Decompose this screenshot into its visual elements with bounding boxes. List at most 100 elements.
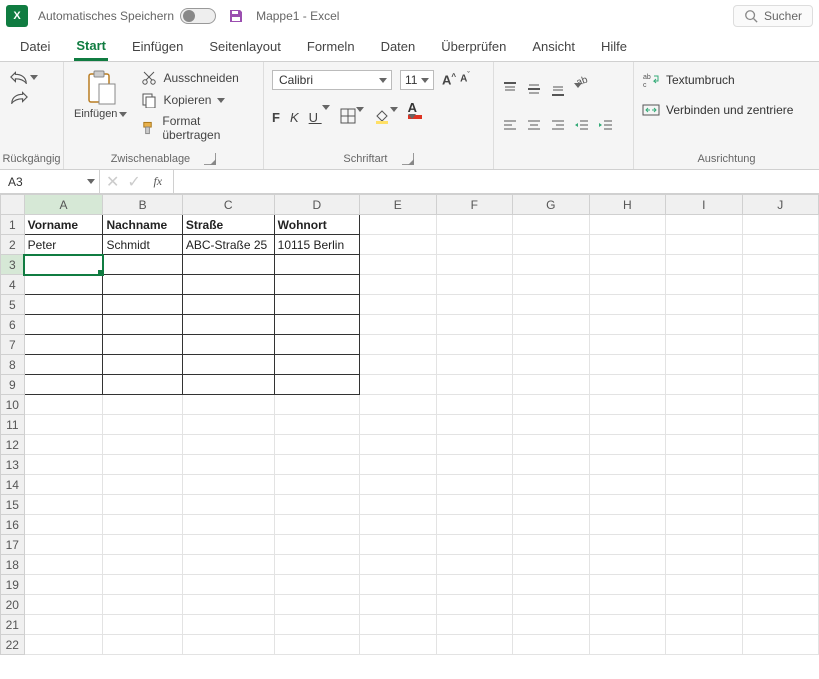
- row-header-15[interactable]: 15: [1, 495, 25, 515]
- row-header-1[interactable]: 1: [1, 215, 25, 235]
- cell-C7[interactable]: [182, 335, 274, 355]
- row-header-19[interactable]: 19: [1, 575, 25, 595]
- cell-C12[interactable]: [182, 435, 274, 455]
- cell-A4[interactable]: [24, 275, 103, 295]
- cell-A21[interactable]: [24, 615, 103, 635]
- cell-F20[interactable]: [436, 595, 512, 615]
- col-header-D[interactable]: D: [274, 195, 359, 215]
- cell-F5[interactable]: [436, 295, 512, 315]
- cell-I18[interactable]: [666, 555, 742, 575]
- cell-I11[interactable]: [666, 415, 742, 435]
- cell-C22[interactable]: [182, 635, 274, 655]
- tab-start[interactable]: Start: [74, 32, 108, 61]
- row-header-9[interactable]: 9: [1, 375, 25, 395]
- row-header-2[interactable]: 2: [1, 235, 25, 255]
- cell-B22[interactable]: [103, 635, 182, 655]
- cell-C4[interactable]: [182, 275, 274, 295]
- row-header-20[interactable]: 20: [1, 595, 25, 615]
- cell-E3[interactable]: [360, 255, 437, 275]
- cell-E6[interactable]: [360, 315, 437, 335]
- cell-A9[interactable]: [24, 375, 103, 395]
- cell-A8[interactable]: [24, 355, 103, 375]
- cell-A17[interactable]: [24, 535, 103, 555]
- cell-H20[interactable]: [589, 595, 666, 615]
- cell-F13[interactable]: [436, 455, 512, 475]
- cell-J18[interactable]: [742, 555, 819, 575]
- cell-H12[interactable]: [589, 435, 666, 455]
- cell-J8[interactable]: [742, 355, 819, 375]
- cell-G7[interactable]: [513, 335, 590, 355]
- search-box[interactable]: Sucher: [733, 5, 813, 27]
- orientation-button[interactable]: ab: [574, 72, 590, 106]
- row-header-11[interactable]: 11: [1, 415, 25, 435]
- cell-J1[interactable]: [742, 215, 819, 235]
- cell-D14[interactable]: [274, 475, 359, 495]
- row-header-3[interactable]: 3: [1, 255, 25, 275]
- cell-F22[interactable]: [436, 635, 512, 655]
- cell-C13[interactable]: [182, 455, 274, 475]
- cell-A22[interactable]: [24, 635, 103, 655]
- cell-J9[interactable]: [742, 375, 819, 395]
- cell-B11[interactable]: [103, 415, 182, 435]
- row-header-7[interactable]: 7: [1, 335, 25, 355]
- fx-icon[interactable]: fx: [149, 174, 167, 189]
- cell-C19[interactable]: [182, 575, 274, 595]
- font-size-select[interactable]: 11: [400, 70, 434, 90]
- col-header-I[interactable]: I: [666, 195, 742, 215]
- worksheet[interactable]: ABCDEFGHIJ1VornameNachnameStraßeWohnort2…: [0, 194, 819, 655]
- cell-C10[interactable]: [182, 395, 274, 415]
- tab-einfügen[interactable]: Einfügen: [130, 33, 185, 61]
- cell-F19[interactable]: [436, 575, 512, 595]
- autosave-toggle[interactable]: Automatisches Speichern: [38, 8, 216, 24]
- cell-I3[interactable]: [666, 255, 742, 275]
- align-center-button[interactable]: [526, 118, 542, 134]
- col-header-A[interactable]: A: [24, 195, 103, 215]
- cell-H4[interactable]: [589, 275, 666, 295]
- name-box[interactable]: A3: [0, 170, 100, 193]
- cell-H22[interactable]: [589, 635, 666, 655]
- cell-C15[interactable]: [182, 495, 274, 515]
- cell-D9[interactable]: [274, 375, 359, 395]
- cell-J11[interactable]: [742, 415, 819, 435]
- cell-A18[interactable]: [24, 555, 103, 575]
- cell-E5[interactable]: [360, 295, 437, 315]
- cell-H9[interactable]: [589, 375, 666, 395]
- cell-F7[interactable]: [436, 335, 512, 355]
- cell-C18[interactable]: [182, 555, 274, 575]
- increase-font-icon[interactable]: A^: [442, 72, 456, 87]
- cell-B3[interactable]: [103, 255, 182, 275]
- cell-C14[interactable]: [182, 475, 274, 495]
- cell-B2[interactable]: Schmidt: [103, 235, 182, 255]
- cell-E10[interactable]: [360, 395, 437, 415]
- cell-G21[interactable]: [513, 615, 590, 635]
- cell-F4[interactable]: [436, 275, 512, 295]
- row-header-18[interactable]: 18: [1, 555, 25, 575]
- cell-A15[interactable]: [24, 495, 103, 515]
- cell-F18[interactable]: [436, 555, 512, 575]
- tab-daten[interactable]: Daten: [379, 33, 418, 61]
- cell-C11[interactable]: [182, 415, 274, 435]
- cell-I2[interactable]: [666, 235, 742, 255]
- wrap-text-button[interactable]: abc Textumbruch: [642, 72, 811, 88]
- cell-D20[interactable]: [274, 595, 359, 615]
- cell-C16[interactable]: [182, 515, 274, 535]
- cell-A12[interactable]: [24, 435, 103, 455]
- cell-C21[interactable]: [182, 615, 274, 635]
- cell-D21[interactable]: [274, 615, 359, 635]
- cell-H2[interactable]: [589, 235, 666, 255]
- cell-D2[interactable]: 10115 Berlin: [274, 235, 359, 255]
- borders-button[interactable]: [340, 108, 364, 127]
- cell-A13[interactable]: [24, 455, 103, 475]
- cell-A2[interactable]: Peter: [24, 235, 103, 255]
- cell-H21[interactable]: [589, 615, 666, 635]
- cell-H17[interactable]: [589, 535, 666, 555]
- cell-H14[interactable]: [589, 475, 666, 495]
- cell-D10[interactable]: [274, 395, 359, 415]
- row-header-10[interactable]: 10: [1, 395, 25, 415]
- cell-F21[interactable]: [436, 615, 512, 635]
- cell-B4[interactable]: [103, 275, 182, 295]
- cell-A16[interactable]: [24, 515, 103, 535]
- cell-E18[interactable]: [360, 555, 437, 575]
- cell-B14[interactable]: [103, 475, 182, 495]
- font-name-select[interactable]: Calibri: [272, 70, 392, 90]
